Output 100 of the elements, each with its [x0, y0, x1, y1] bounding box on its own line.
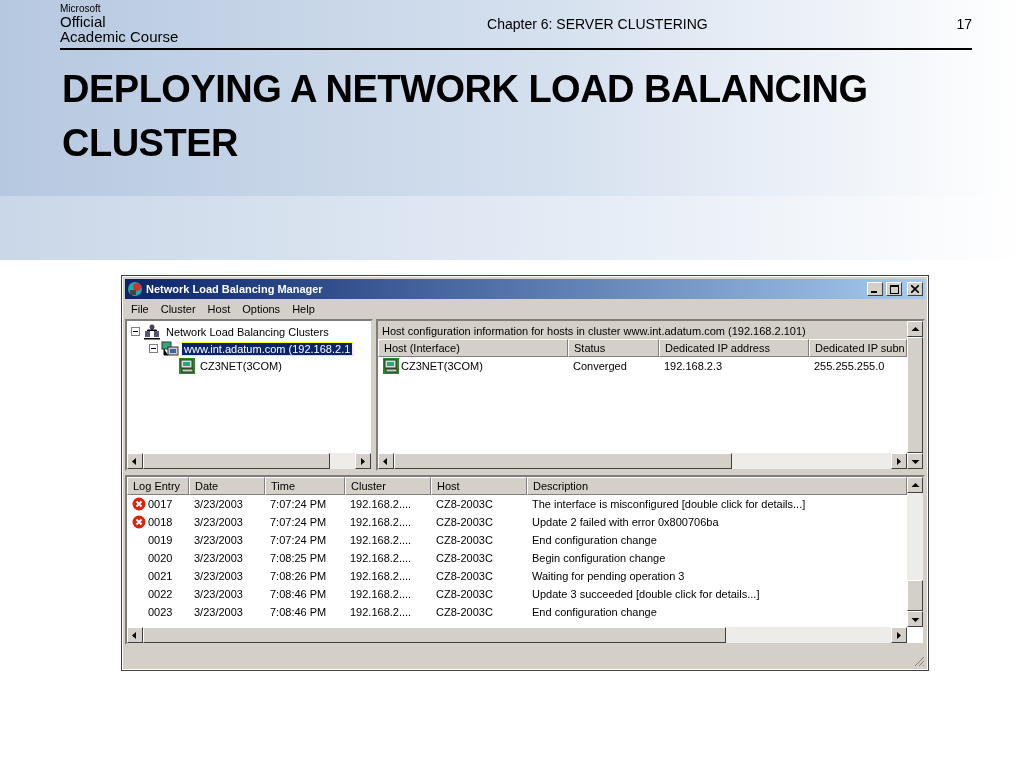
- window-title: Network Load Balancing Manager: [146, 283, 324, 295]
- scroll-arrow-button[interactable]: [907, 477, 923, 493]
- table-cell-text: 3/23/2003: [193, 534, 244, 546]
- table-cell-text: 0019: [147, 534, 174, 546]
- table-cell-text: 192.168.2.3: [663, 360, 724, 372]
- table-cell-text: End configuration change: [531, 606, 658, 618]
- menu-item[interactable]: File: [125, 303, 155, 315]
- close-icon: [911, 285, 919, 293]
- scroll-arrow-button[interactable]: [907, 453, 923, 469]
- minimize-button[interactable]: [867, 282, 883, 296]
- error-icon: [132, 515, 146, 529]
- table-cell: 0017: [127, 497, 189, 511]
- table-cell-text: 0021: [147, 570, 174, 582]
- scrollbar-thumb[interactable]: [143, 453, 330, 469]
- table-cell-text: 7:08:25 PM: [269, 552, 328, 564]
- tree-item[interactable]: Network Load Balancing Clusters: [131, 323, 367, 340]
- horizontal-scrollbar[interactable]: [127, 453, 371, 469]
- column-header[interactable]: Dedicated IP subn: [809, 339, 907, 357]
- column-header[interactable]: Description: [527, 477, 907, 495]
- tree-item[interactable]: www.int.adatum.com (192.168.2.1: [149, 340, 367, 357]
- table-cell-text: Update 2 failed with error 0x800706ba: [531, 516, 720, 528]
- scrollbar-thumb[interactable]: [394, 453, 732, 469]
- tree-label: www.int.adatum.com (192.168.2.1: [182, 342, 353, 355]
- scroll-arrow-button[interactable]: [891, 453, 907, 469]
- maximize-button[interactable]: [886, 282, 902, 296]
- table-cell-text: CZ8-2003C: [435, 552, 494, 564]
- horizontal-scrollbar[interactable]: [127, 627, 907, 643]
- table-cell-text: End configuration change: [531, 534, 658, 546]
- table-cell-text: 3/23/2003: [193, 498, 244, 510]
- column-header[interactable]: Time: [265, 477, 345, 495]
- table-cell-text: 3/23/2003: [193, 552, 244, 564]
- scrollbar-thumb[interactable]: [907, 580, 923, 611]
- computer-icon: [179, 357, 195, 374]
- column-header[interactable]: Cluster: [345, 477, 431, 495]
- menu-item[interactable]: Host: [201, 303, 237, 315]
- column-header[interactable]: Host (Interface): [378, 339, 568, 357]
- table-cell-text: Update 3 succeeded [double click for details...]: [531, 588, 761, 600]
- table-cell-text: 0022: [147, 588, 174, 600]
- server-cluster-icon: [161, 340, 179, 357]
- collapse-icon[interactable]: [149, 344, 158, 353]
- table-cell-text: 0023: [147, 606, 174, 618]
- error-icon: [132, 497, 146, 511]
- table-cell-text: 255.255.255.0: [813, 360, 886, 372]
- table-cell-text: 7:08:46 PM: [269, 606, 328, 618]
- scroll-arrow-button[interactable]: [127, 453, 143, 469]
- table-cell-text: 192.168.2....: [349, 552, 413, 564]
- scroll-arrow-button[interactable]: [127, 627, 143, 643]
- network-icon: [143, 323, 161, 340]
- column-header[interactable]: Dedicated IP address: [659, 339, 809, 357]
- logo-text: Official: [60, 14, 107, 29]
- horizontal-scrollbar[interactable]: [378, 453, 907, 469]
- table-cell-text: 7:07:24 PM: [269, 516, 328, 528]
- resize-grip-icon[interactable]: [913, 655, 925, 667]
- scroll-arrow-button[interactable]: [891, 627, 907, 643]
- table-cell: 0018: [127, 515, 189, 529]
- scroll-arrow-button[interactable]: [907, 321, 923, 337]
- table-cell-text: 192.168.2....: [349, 534, 413, 546]
- table-cell-text: 192.168.2....: [349, 498, 413, 510]
- table-cell-text: The interface is misconfigured [double click for details...]: [531, 498, 807, 510]
- tree-label: Network Load Balancing Clusters: [165, 325, 330, 338]
- maximize-icon: [889, 284, 899, 294]
- table-cell: CZ3NET(3COM): [378, 358, 568, 374]
- scrollbar-thumb[interactable]: [143, 627, 727, 643]
- table-cell-text: CZ8-2003C: [435, 534, 494, 546]
- tree-label: CZ3NET(3COM): [199, 359, 283, 372]
- slide-title: DEPLOYING A NETWORK LOAD BALANCING CLUSTER: [62, 67, 869, 166]
- menu-item[interactable]: Options: [236, 303, 287, 315]
- table-cell-text: 7:08:26 PM: [269, 570, 328, 582]
- logo-brand: Microsoft: [60, 4, 102, 14]
- tree-item[interactable]: CZ3NET(3COM): [167, 357, 367, 374]
- table-cell-text: CZ8-2003C: [435, 606, 494, 618]
- computer-icon: [383, 358, 399, 374]
- column-header[interactable]: Log Entry: [127, 477, 189, 495]
- table-cell-text: 192.168.2....: [349, 588, 413, 600]
- scroll-arrow-button[interactable]: [907, 611, 923, 627]
- table-cell-text: CZ8-2003C: [435, 516, 494, 528]
- app-icon: [127, 281, 143, 297]
- scroll-arrow-button[interactable]: [378, 453, 394, 469]
- table-cell-text: 7:07:24 PM: [269, 534, 328, 546]
- table-cell-text: 192.168.2....: [349, 606, 413, 618]
- table-cell-text: 192.168.2....: [349, 516, 413, 528]
- host-list-caption: Host configuration information for hosts in cluster www.int.adatum.com (192.168.2.101): [378, 321, 907, 339]
- column-header[interactable]: Status: [568, 339, 659, 357]
- menu-item[interactable]: Cluster: [154, 303, 202, 315]
- table-cell-text: Converged: [572, 360, 628, 372]
- table-cell-text: CZ8-2003C: [435, 498, 494, 510]
- column-header[interactable]: Host: [431, 477, 527, 495]
- close-button[interactable]: [907, 282, 923, 296]
- table-cell-text: CZ8-2003C: [435, 570, 494, 582]
- table-cell-text: 192.168.2....: [349, 570, 413, 582]
- table-cell-text: 3/23/2003: [193, 516, 244, 528]
- table-cell-text: 7:07:24 PM: [269, 498, 328, 510]
- vertical-scrollbar[interactable]: [907, 477, 923, 627]
- table-cell-text: CZ8-2003C: [435, 588, 494, 600]
- collapse-icon[interactable]: [131, 327, 140, 336]
- table-cell-text: 3/23/2003: [193, 570, 244, 582]
- menu-item[interactable]: Help: [286, 303, 321, 315]
- column-header[interactable]: Date: [189, 477, 265, 495]
- scroll-arrow-button[interactable]: [355, 453, 371, 469]
- table-cell-text: 7:08:46 PM: [269, 588, 328, 600]
